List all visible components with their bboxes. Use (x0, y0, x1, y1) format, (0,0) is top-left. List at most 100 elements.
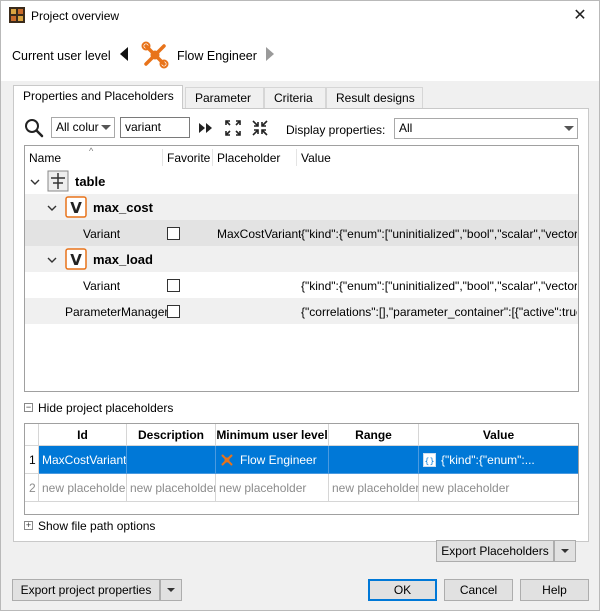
min-level-cell[interactable]: new placeholder (216, 474, 329, 502)
svg-text:V: V (70, 199, 82, 217)
file-path-options-toggle[interactable]: + Show file path options (24, 519, 224, 535)
favorite-checkbox[interactable] (167, 227, 180, 240)
range-cell[interactable]: new placeholder (329, 474, 419, 502)
id-cell[interactable]: new placeholder (39, 474, 127, 502)
svg-text:V: V (70, 251, 82, 269)
range-cell[interactable] (329, 446, 419, 474)
collapse-icon: − (24, 402, 33, 412)
close-button[interactable]: ✕ (565, 3, 595, 29)
project-overview-dialog: Project overview ✕ Current user level Fl… (0, 0, 600, 611)
column-header-description[interactable]: Description (127, 424, 216, 446)
user-level-label: Current user level (12, 49, 111, 63)
export-properties-dropdown[interactable] (160, 579, 182, 601)
next-level-arrow-icon[interactable] (263, 45, 277, 63)
row-number: 2 (25, 474, 39, 502)
column-header-favorite[interactable]: Favorite (167, 151, 210, 165)
previous-level-arrow-icon[interactable] (117, 45, 131, 63)
tree-node-label: max_cost (93, 200, 153, 215)
user-level-row: Current user level Flow Engineer (1, 31, 599, 81)
export-placeholders-label: Export Placeholders (441, 544, 549, 558)
variant-icon: V (65, 248, 87, 270)
tree-row[interactable]: Variant MaxCostVariant {"kind":{"enum":[… (25, 220, 578, 246)
chevron-down-icon (564, 126, 574, 131)
collapse-all-icon[interactable] (251, 119, 269, 137)
chevron-down-icon (561, 549, 569, 553)
ok-button[interactable]: OK (368, 579, 437, 601)
row-number: 1 (25, 446, 39, 474)
column-divider (296, 149, 297, 166)
expand-all-icon[interactable] (224, 119, 242, 137)
description-cell[interactable] (127, 446, 216, 474)
export-placeholders-button[interactable]: Export Placeholders (436, 540, 554, 562)
tab-criteria[interactable]: Criteria (264, 87, 326, 108)
value-cell: {"kind":{"enum":["uninitialized","bool",… (301, 279, 577, 293)
table-icon (47, 170, 69, 192)
column-header-name[interactable]: Name (29, 151, 61, 165)
expand-icon: + (24, 520, 33, 530)
tree-row[interactable]: table (25, 168, 578, 194)
id-cell[interactable]: MaxCostVariant (39, 446, 127, 474)
column-header-minimum-user-level[interactable]: Minimum user level (216, 424, 329, 446)
hide-placeholders-label: Hide project placeholders (38, 401, 174, 415)
svg-text:{}: {} (424, 457, 434, 466)
description-cell[interactable]: new placeholder (127, 474, 216, 502)
window-title: Project overview (31, 9, 120, 23)
hide-placeholders-toggle[interactable]: − Hide project placeholders (24, 401, 224, 417)
column-header-placeholder[interactable]: Placeholder (217, 151, 280, 165)
value-cell[interactable]: {} {"kind":{"enum":... (419, 446, 578, 474)
column-divider (212, 149, 213, 166)
min-level-cell[interactable]: Flow Engineer (216, 446, 329, 474)
cancel-button[interactable]: Cancel (444, 579, 513, 601)
tab-parameter[interactable]: Parameter (185, 87, 264, 108)
variant-icon: V (65, 196, 87, 218)
tab-label: Parameter (195, 91, 252, 105)
favorite-checkbox[interactable] (167, 305, 180, 318)
tab-label: Criteria (274, 91, 313, 105)
tree-node-label: table (75, 174, 106, 189)
close-icon: ✕ (573, 7, 587, 24)
export-placeholders-dropdown[interactable] (554, 540, 576, 562)
chevron-down-icon[interactable] (47, 203, 57, 213)
column-filter-select[interactable]: All colur (51, 117, 115, 138)
table-row[interactable]: 1 MaxCostVariant Flow Engineer {} {"kind… (25, 446, 578, 474)
properties-panel: All colur variant Display properties: Al… (13, 108, 589, 542)
display-properties-value: All (399, 121, 413, 135)
chevron-down-icon[interactable] (30, 177, 40, 187)
placeholder-table[interactable]: Id Description Minimum user level Range … (24, 423, 579, 515)
column-header-value[interactable]: Value (419, 424, 578, 446)
column-header-range[interactable]: Range (329, 424, 419, 446)
value-cell[interactable]: new placeholder (419, 474, 578, 502)
column-divider (162, 149, 163, 166)
sort-ascending-icon[interactable]: ^ (89, 146, 93, 156)
tree-node-label: Variant (83, 227, 121, 241)
search-icon[interactable] (24, 118, 44, 138)
table-row[interactable]: 2 new placeholder new placeholder new pl… (25, 474, 578, 502)
favorite-checkbox[interactable] (167, 279, 180, 292)
column-header-id[interactable]: Id (39, 424, 127, 446)
export-properties-label: Export project properties (20, 583, 152, 597)
chevron-down-icon[interactable] (47, 255, 57, 265)
fast-forward-icon[interactable] (197, 119, 215, 137)
search-input[interactable]: variant (120, 117, 190, 138)
property-tree[interactable]: ^ Name Favorite Placeholder Value table … (24, 145, 579, 392)
value-text: {"kind":{"enum":... (441, 453, 535, 467)
tab-properties-and-placeholders[interactable]: Properties and Placeholders (13, 85, 183, 109)
column-header-value[interactable]: Value (301, 151, 331, 165)
json-value-icon: {} (423, 453, 436, 467)
cancel-label: Cancel (459, 583, 498, 597)
tab-result-designs[interactable]: Result designs (326, 87, 423, 108)
export-project-properties-button[interactable]: Export project properties (12, 579, 160, 601)
search-input-value: variant (125, 120, 162, 134)
display-properties-label: Display properties: (286, 123, 386, 137)
tree-row[interactable]: V max_load (25, 246, 578, 272)
tree-row[interactable]: V max_cost (25, 194, 578, 220)
tree-node-label: ParameterManager (65, 305, 169, 319)
tab-label: Result designs (336, 91, 415, 105)
file-path-options-label: Show file path options (38, 519, 156, 533)
display-properties-select[interactable]: All (394, 118, 578, 139)
tree-row[interactable]: Variant {"kind":{"enum":["uninitialized"… (25, 272, 578, 298)
column-filter-value: All colur (56, 120, 99, 134)
help-button[interactable]: Help (520, 579, 589, 601)
tree-node-label: Variant (83, 279, 121, 293)
tree-row[interactable]: ParameterManager {"correlations":[],"par… (25, 298, 578, 324)
